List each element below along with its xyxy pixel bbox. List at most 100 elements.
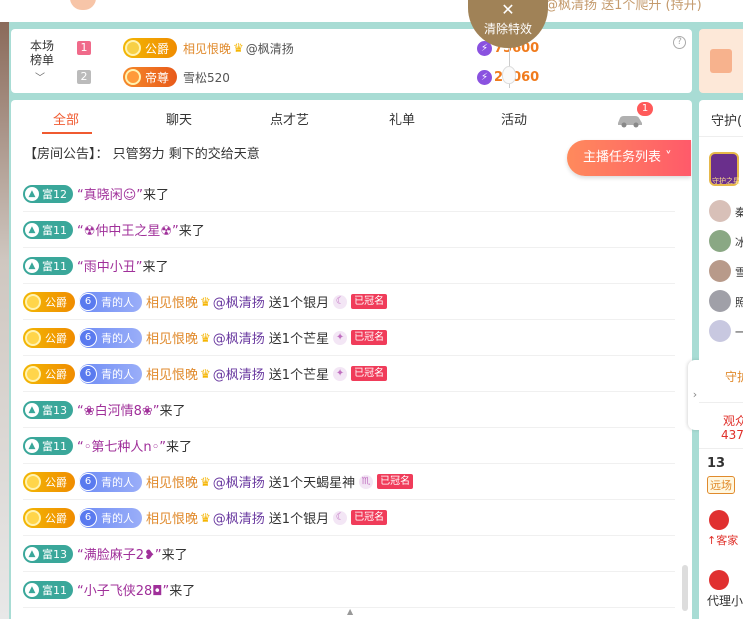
noble-icon [25, 293, 41, 310]
top-marquee-text: @枫清扬 送1个爬升 (持开) [545, 0, 702, 13]
avatar[interactable] [709, 320, 731, 342]
user-name[interactable]: “❀白河情8❀” [77, 400, 160, 419]
tab-gifts[interactable]: 礼单 [389, 109, 415, 128]
noble-badge: 帝尊 [123, 67, 178, 87]
right-panel: 守护( 守护之星 秦 冰 雪 照 一 守护 观众 437 13 远场 ↑客家 代… [699, 100, 743, 619]
video-edge [0, 22, 9, 619]
rank-at-name[interactable]: @枫清扬 [246, 40, 294, 57]
audience-label: 观众 [723, 414, 743, 428]
fan-club-name: 青的人 [101, 331, 134, 345]
avatar[interactable] [709, 200, 731, 222]
gift-action: 送1个芒星 [268, 332, 330, 347]
heart-icon [709, 570, 729, 590]
rank-user-name[interactable]: 相见恨晚 [183, 40, 231, 57]
guard-name: 一 [735, 326, 743, 339]
divider [699, 402, 743, 403]
room-announcement: 【房间公告】： 只管努力 剩下的交给天意 [24, 143, 260, 162]
user-name[interactable]: “☢仲中王之星☢” [77, 220, 179, 239]
rank-title[interactable]: 本场 榜单 [27, 39, 57, 67]
user-name[interactable]: 相见恨晚 [146, 292, 198, 311]
wealth-icon: ▲ [25, 438, 39, 453]
fan-level: 6 [79, 292, 97, 311]
noble-title: 公爵 [145, 41, 170, 56]
fan-club-name: 青的人 [101, 475, 134, 489]
rank-panel: 本场 榜单 ﹀ 1 公爵 相见恨晚 ♛ @枫清扬 ⚡ 75600 2 帝尊 雪松… [11, 29, 692, 93]
guard-link[interactable]: 守护 [725, 368, 743, 385]
wealth-badge: ▲ 富11 [23, 256, 73, 275]
user-name[interactable]: “◦第七种人n◦” [77, 436, 166, 455]
user-name[interactable]: “小子飞侠28◘” [77, 580, 169, 599]
rank-row[interactable]: 1 公爵 相见恨晚 ♛ @枫清扬 ⚡ 75600 [77, 38, 637, 58]
guard-name: 冰 [735, 236, 743, 249]
user-name[interactable]: 相见恨晚 [146, 328, 198, 347]
chat-message: ▲ 富12 “真晓闲☺” 来了 [23, 176, 675, 212]
user-name[interactable]: 相见恨晚 [146, 508, 198, 527]
fan-badge: 6 青的人 [79, 471, 142, 492]
audience-count: 437 [721, 428, 743, 442]
crown-icon: ♛ [200, 330, 211, 345]
chat-message: ▲ 富11 “小子飞侠28◘” 来了 [23, 572, 675, 608]
mention-name[interactable]: @枫清扬 [213, 472, 265, 491]
gift-action: 送1个天蝎星神 [268, 476, 356, 491]
fan-club-name: 青的人 [101, 367, 134, 381]
help-icon[interactable]: ? [673, 36, 686, 49]
wealth-level: 富11 [42, 439, 67, 453]
tab-activity[interactable]: 活动 [501, 109, 527, 128]
clear-effects-label: 清除特效 [483, 22, 532, 36]
tab-chat[interactable]: 聊天 [166, 109, 192, 128]
scorpio-gift-icon: ♏ [359, 474, 374, 489]
avatar[interactable] [709, 230, 731, 252]
chat-scrollbar[interactable] [682, 565, 688, 611]
chevron-down-icon[interactable]: ﹀ [35, 69, 45, 84]
noble-icon [25, 509, 41, 526]
guard-name: 照 [735, 296, 743, 309]
user-name[interactable]: “真晓闲☺” [77, 184, 143, 203]
tab-all[interactable]: 全部 [53, 109, 79, 128]
noble-title: 公爵 [45, 367, 67, 381]
far-badge: 远场 [707, 476, 735, 494]
rank-number: 1 [77, 41, 91, 55]
noble-badge: 公爵 [23, 471, 75, 492]
guest-label[interactable]: ↑客家 [707, 532, 738, 548]
mention-name[interactable]: @枫清扬 [213, 328, 265, 347]
noble-title: 公爵 [45, 331, 67, 345]
task-promo[interactable] [699, 29, 743, 93]
task-button-label: 主播任务列表 [583, 150, 662, 165]
chat-panel: 全部 聊天 点才艺 礼单 活动 1 【房间公告】： 只管努力 剩下的交给天意 主… [11, 100, 692, 619]
guard-star-badge[interactable]: 守护之星 [709, 152, 740, 186]
scroll-up-icon[interactable]: ▲ [347, 607, 353, 616]
active-tab-indicator [42, 132, 92, 134]
gift-action: 送1个芒星 [268, 368, 330, 383]
guard-badge-label: 守护之星 [712, 177, 740, 185]
mention-name[interactable]: @枫清扬 [213, 292, 265, 311]
avatar[interactable] [709, 260, 731, 282]
user-name[interactable]: 相见恨晚 [146, 472, 198, 491]
wealth-icon: ▲ [25, 582, 39, 597]
avatar[interactable] [709, 290, 731, 312]
wealth-badge: ▲ 富11 [23, 580, 73, 599]
wealth-level: 富11 [42, 259, 67, 273]
user-name[interactable]: 相见恨晚 [146, 364, 198, 383]
tab-talent[interactable]: 点才艺 [270, 109, 309, 128]
streamer-task-list-button[interactable]: 主播任务列表 ˅ [567, 140, 691, 176]
chat-message-list: ▲ 富12 “真晓闲☺” 来了 ▲ 富11 “☢仲中王之星☢” 来了 ▲ 富11 “雨… [23, 176, 675, 608]
mention-name[interactable]: @枫清扬 [213, 364, 265, 383]
fan-level: 6 [79, 508, 97, 527]
crown-icon: ♛ [200, 474, 211, 489]
noble-title: 公爵 [45, 511, 67, 525]
join-suffix: 来了 [169, 584, 196, 599]
mention-name[interactable]: @枫清扬 [213, 508, 265, 527]
rank-row[interactable]: 2 帝尊 雪松520 ⚡ 22060 [77, 67, 637, 87]
star-gift-icon: ✦ [333, 330, 348, 345]
rank-title-line1: 本场 [29, 39, 54, 53]
noble-badge: 公爵 [23, 327, 75, 348]
wealth-icon: ▲ [25, 186, 39, 201]
user-name[interactable]: “雨中小丑” [77, 256, 142, 275]
wealth-icon: ▲ [25, 402, 39, 417]
user-name[interactable]: “满脸麻子2❥” [77, 544, 162, 563]
join-suffix: 来了 [166, 440, 193, 455]
rank-user-name[interactable]: 雪松520 [183, 69, 230, 86]
chat-message: 公爵 6 青的人 相见恨晚 ♛ @枫清扬 送1个天蝎星神 ♏ 已冠名 [23, 464, 675, 500]
agent-label[interactable]: 代理小 [707, 592, 743, 609]
wealth-badge: ▲ 富11 [23, 436, 73, 455]
